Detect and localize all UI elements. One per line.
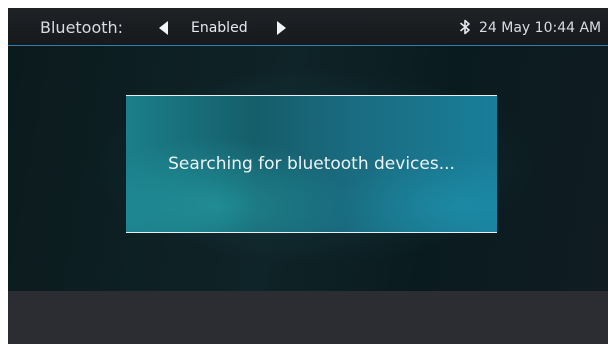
previous-option-icon[interactable] bbox=[159, 21, 168, 35]
searching-dialog: Searching for bluetooth devices... bbox=[126, 95, 497, 233]
next-option-icon[interactable] bbox=[277, 21, 286, 35]
dialog-message: Searching for bluetooth devices... bbox=[168, 154, 455, 174]
bluetooth-state-value[interactable]: Enabled bbox=[191, 20, 248, 36]
bluetooth-icon bbox=[460, 19, 470, 35]
top-bar: Bluetooth: Enabled 24 May 10:44 AM bbox=[8, 8, 608, 46]
bluetooth-label: Bluetooth: bbox=[40, 18, 124, 37]
main-area: Searching for bluetooth devices... bbox=[8, 46, 608, 291]
softkey-bar bbox=[8, 291, 608, 344]
date-time: 24 May 10:44 AM bbox=[479, 20, 602, 36]
phone-screen: Bluetooth: Enabled 24 May 10:44 AM Searc… bbox=[8, 8, 608, 344]
